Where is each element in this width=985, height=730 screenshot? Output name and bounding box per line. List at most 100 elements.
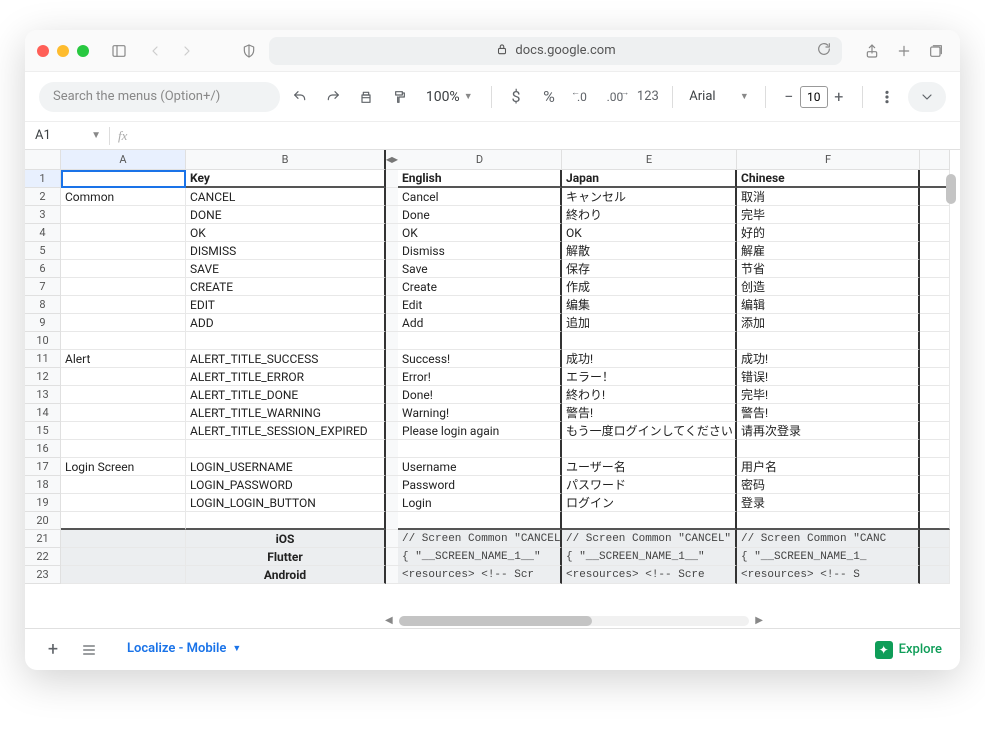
cell[interactable] — [61, 368, 186, 386]
column-header-A[interactable]: A — [61, 150, 186, 170]
refresh-button[interactable] — [816, 41, 832, 61]
cell[interactable]: Password — [398, 476, 562, 494]
cell[interactable] — [186, 440, 386, 458]
row-header[interactable]: 11 — [25, 350, 61, 368]
cell[interactable]: Dismiss — [398, 242, 562, 260]
decrease-font-size-button[interactable]: − — [778, 86, 800, 108]
cell[interactable]: { "__SCREEN_NAME_1__" — [562, 548, 737, 566]
fullscreen-window-button[interactable] — [77, 45, 89, 57]
cell[interactable]: 追加 — [562, 314, 737, 332]
cell[interactable]: LOGIN_PASSWORD — [186, 476, 386, 494]
cell[interactable]: 保存 — [562, 260, 737, 278]
cell[interactable]: LOGIN_LOGIN_BUTTON — [186, 494, 386, 512]
close-window-button[interactable] — [37, 45, 49, 57]
cell[interactable] — [398, 440, 562, 458]
cell[interactable]: Alert — [61, 350, 186, 368]
column-header-G[interactable] — [920, 150, 950, 170]
cell[interactable]: 取消 — [737, 188, 920, 206]
cell[interactable]: もう一度ログインしてください — [562, 422, 737, 440]
cell[interactable]: Create — [398, 278, 562, 296]
cell[interactable]: ALERT_TITLE_WARNING — [186, 404, 386, 422]
row-header[interactable]: 5 — [25, 242, 61, 260]
cell[interactable] — [61, 224, 186, 242]
cell[interactable]: ALERT_TITLE_ERROR — [186, 368, 386, 386]
cell[interactable] — [61, 530, 186, 548]
minimize-window-button[interactable] — [57, 45, 69, 57]
row-header[interactable]: 22 — [25, 548, 61, 566]
zoom-select[interactable]: 100% ▼ — [420, 89, 479, 105]
url-bar[interactable]: docs.google.com — [269, 37, 842, 65]
cell[interactable] — [920, 548, 950, 566]
cell[interactable]: 创造 — [737, 278, 920, 296]
increase-decimal-button[interactable]: .00→ — [602, 84, 627, 110]
cell[interactable]: // Screen Common "CANC — [737, 530, 920, 548]
cell[interactable] — [186, 332, 386, 350]
cell[interactable]: Key — [186, 170, 386, 188]
cell[interactable]: EDIT — [186, 296, 386, 314]
cell[interactable] — [61, 296, 186, 314]
explore-button[interactable]: ✦ Explore — [875, 641, 942, 659]
cell[interactable]: 警告! — [562, 404, 737, 422]
collapse-toolbar-button[interactable] — [908, 82, 946, 112]
cell[interactable]: キャンセル — [562, 188, 737, 206]
all-sheets-button[interactable] — [79, 642, 99, 658]
column-header-E[interactable]: E — [562, 150, 737, 170]
row-header[interactable]: 14 — [25, 404, 61, 422]
cell[interactable]: 作成 — [562, 278, 737, 296]
cell[interactable] — [562, 512, 737, 530]
cell[interactable] — [61, 566, 186, 584]
tabs-overview-button[interactable] — [924, 39, 948, 63]
cell[interactable] — [920, 206, 950, 224]
cell[interactable]: ADD — [186, 314, 386, 332]
cell[interactable]: CANCEL — [186, 188, 386, 206]
cell[interactable] — [61, 386, 186, 404]
redo-button[interactable] — [321, 84, 346, 110]
cell[interactable]: Login Screen — [61, 458, 186, 476]
scrollbar-thumb[interactable] — [399, 616, 592, 626]
cell[interactable]: { "__SCREEN_NAME_1__" — [398, 548, 562, 566]
cell[interactable] — [920, 494, 950, 512]
cell[interactable] — [61, 278, 186, 296]
cell[interactable]: 登录 — [737, 494, 920, 512]
cell[interactable]: CREATE — [186, 278, 386, 296]
privacy-shield-icon[interactable] — [237, 39, 261, 63]
row-header[interactable]: 15 — [25, 422, 61, 440]
cell[interactable]: Flutter — [186, 548, 386, 566]
row-header[interactable]: 9 — [25, 314, 61, 332]
cell[interactable]: 节省 — [737, 260, 920, 278]
cell[interactable]: 解雇 — [737, 242, 920, 260]
horizontal-scrollbar[interactable]: ◀ ▶ — [399, 616, 749, 626]
more-formats-button[interactable]: 123 — [635, 84, 660, 110]
cell[interactable] — [398, 332, 562, 350]
more-toolbar-button[interactable] — [875, 84, 900, 110]
cell[interactable] — [920, 386, 950, 404]
cell[interactable] — [920, 278, 950, 296]
cell[interactable]: Username — [398, 458, 562, 476]
cell[interactable]: <resources> <!-- S — [737, 566, 920, 584]
cell[interactable] — [562, 332, 737, 350]
row-header[interactable]: 16 — [25, 440, 61, 458]
print-button[interactable] — [354, 84, 379, 110]
decrease-decimal-button[interactable]: .0← — [569, 84, 594, 110]
row-header[interactable]: 20 — [25, 512, 61, 530]
cell[interactable] — [61, 170, 186, 188]
back-button[interactable] — [143, 39, 167, 63]
font-size-input[interactable]: 10 — [800, 86, 828, 108]
row-header[interactable]: 6 — [25, 260, 61, 278]
cell[interactable] — [737, 332, 920, 350]
share-button[interactable] — [860, 39, 884, 63]
cell[interactable]: Login — [398, 494, 562, 512]
cell[interactable]: Android — [186, 566, 386, 584]
cell[interactable]: SAVE — [186, 260, 386, 278]
cell[interactable] — [920, 332, 950, 350]
cell[interactable] — [737, 512, 920, 530]
row-header[interactable]: 19 — [25, 494, 61, 512]
cell[interactable]: Save — [398, 260, 562, 278]
column-header-B[interactable]: B — [186, 150, 386, 170]
cell[interactable] — [61, 314, 186, 332]
cell[interactable]: Please login again — [398, 422, 562, 440]
row-header[interactable]: 12 — [25, 368, 61, 386]
cell[interactable]: 密码 — [737, 476, 920, 494]
cell[interactable] — [920, 530, 950, 548]
cell[interactable] — [186, 512, 386, 530]
